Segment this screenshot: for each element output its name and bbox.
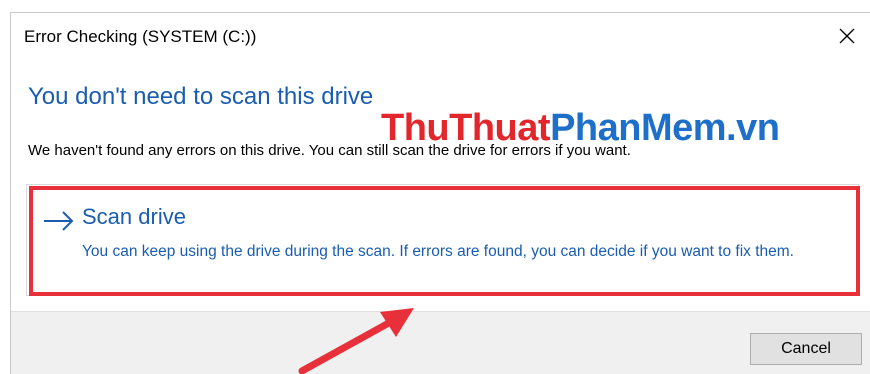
cancel-button[interactable]: Cancel [750, 333, 862, 365]
right-arrow-icon [44, 211, 74, 231]
watermark-part-2: PhanMem [550, 107, 727, 149]
dialog-heading: You don't need to scan this drive [28, 83, 374, 110]
scan-drive-title[interactable]: Scan drive [82, 204, 186, 230]
error-checking-dialog: Error Checking (SYSTEM (C:)) You don't n… [10, 12, 870, 374]
close-icon [839, 28, 855, 44]
watermark-logo: ThuThuatPhanMem.vn [381, 107, 780, 150]
close-button[interactable] [824, 13, 870, 59]
watermark-part-1: ThuThuat [381, 107, 551, 149]
scan-drive-description: You can keep using the drive during the … [82, 243, 794, 260]
watermark-part-3: .vn [726, 107, 780, 149]
title-bar: Error Checking (SYSTEM (C:)) [11, 13, 870, 59]
dialog-footer: Cancel [11, 311, 870, 374]
window-title: Error Checking (SYSTEM (C:)) [24, 27, 257, 46]
